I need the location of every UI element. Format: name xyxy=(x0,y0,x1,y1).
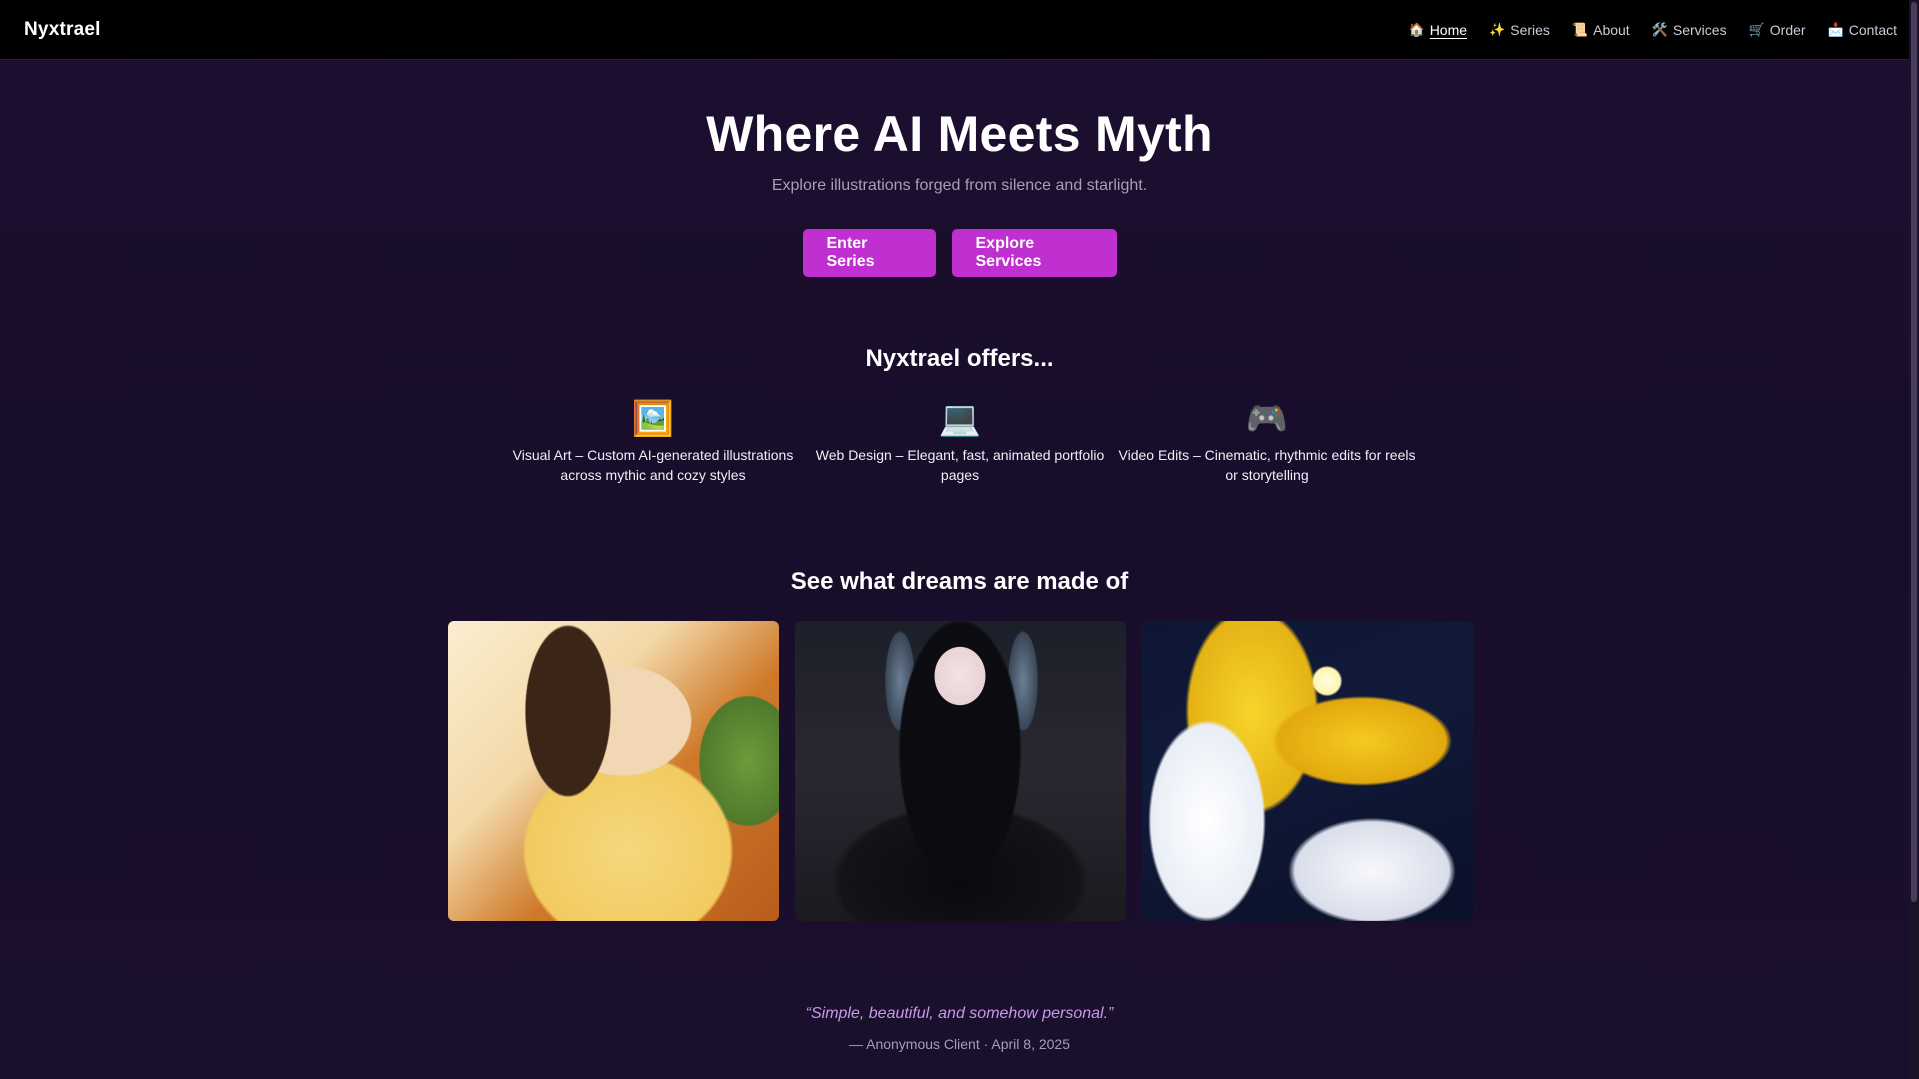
game-controller-icon: 🎮 xyxy=(1245,400,1289,438)
enter-series-button[interactable]: Enter Series xyxy=(802,229,936,277)
sparkles-icon: ✨ xyxy=(1489,22,1506,37)
testimonial-quote: “Simple, beautiful, and somehow personal… xyxy=(805,1005,1114,1022)
laptop-icon: 💻 xyxy=(938,400,982,438)
nav-link-label: Series xyxy=(1510,21,1550,38)
gallery-image-cozy-girl[interactable] xyxy=(448,621,779,921)
offer-visual-art: 🖼️ Visual Art – Custom AI-generated illu… xyxy=(500,399,806,485)
nav-link-label: About xyxy=(1593,21,1630,38)
nav-link-contact[interactable]: 📩 Contact xyxy=(1828,22,1897,38)
offer-video-edits: 🎮 Video Edits – Cinematic, rhythmic edit… xyxy=(1114,399,1420,485)
nav-link-label: Services xyxy=(1672,21,1727,38)
cart-icon: 🛒 xyxy=(1748,22,1765,37)
tools-icon: 🛠️ xyxy=(1651,22,1668,37)
offer-description: Video Edits – Cinematic, rhythmic edits … xyxy=(1118,447,1416,483)
nav-link-label: Order xyxy=(1769,21,1806,38)
offers-list: 🖼️ Visual Art – Custom AI-generated illu… xyxy=(500,399,1420,485)
offer-web-design: 💻 Web Design – Elegant, fast, animated p… xyxy=(807,399,1113,485)
gallery-grid xyxy=(448,621,1473,921)
page: Nyxtrael 🏠 Home ✨ Series 📜 About 🛠️ Serv… xyxy=(0,0,1919,1079)
offer-description: Web Design – Elegant, fast, animated por… xyxy=(815,447,1105,483)
envelope-icon: 📩 xyxy=(1827,22,1844,37)
nav-link-label: Contact xyxy=(1848,21,1897,38)
gallery-heading: See what dreams are made of xyxy=(790,568,1129,595)
offers-heading: Nyxtrael offers... xyxy=(865,345,1054,372)
house-icon: 🏠 xyxy=(1408,22,1425,37)
hero-title: Where AI Meets Myth xyxy=(706,106,1213,162)
nav-link-about[interactable]: 📜 About xyxy=(1572,22,1630,38)
scrollbar-thumb[interactable] xyxy=(1911,2,1917,902)
brand-logo[interactable]: Nyxtrael xyxy=(24,19,101,41)
nav-link-order[interactable]: 🛒 Order xyxy=(1749,22,1806,38)
gallery-image-gothic-girl[interactable] xyxy=(795,621,1126,921)
nav-link-label: Home xyxy=(1429,21,1468,38)
offer-description: Visual Art – Custom AI-generated illustr… xyxy=(512,447,794,483)
gallery-image-celestial-goddess[interactable] xyxy=(1142,621,1473,921)
framed-picture-icon: 🖼️ xyxy=(631,400,675,438)
explore-services-button[interactable]: Explore Services xyxy=(951,229,1117,277)
nav-link-home[interactable]: 🏠 Home xyxy=(1409,22,1468,38)
testimonial-attribution: — Anonymous Client · April 8, 2025 xyxy=(848,1036,1070,1052)
hero-subtitle: Explore illustrations forged from silenc… xyxy=(771,177,1148,194)
scroll-icon: 📜 xyxy=(1571,22,1589,37)
hero-buttons: Enter Series Explore Services xyxy=(0,229,1919,277)
nav-link-series[interactable]: ✨ Series xyxy=(1489,22,1550,38)
nav-links: 🏠 Home ✨ Series 📜 About 🛠️ Services 🛒 Or… xyxy=(1409,22,1898,38)
nav-link-services[interactable]: 🛠️ Services xyxy=(1652,22,1727,38)
top-navbar: Nyxtrael 🏠 Home ✨ Series 📜 About 🛠️ Serv… xyxy=(0,0,1919,60)
scrollbar[interactable] xyxy=(1909,0,1919,1079)
